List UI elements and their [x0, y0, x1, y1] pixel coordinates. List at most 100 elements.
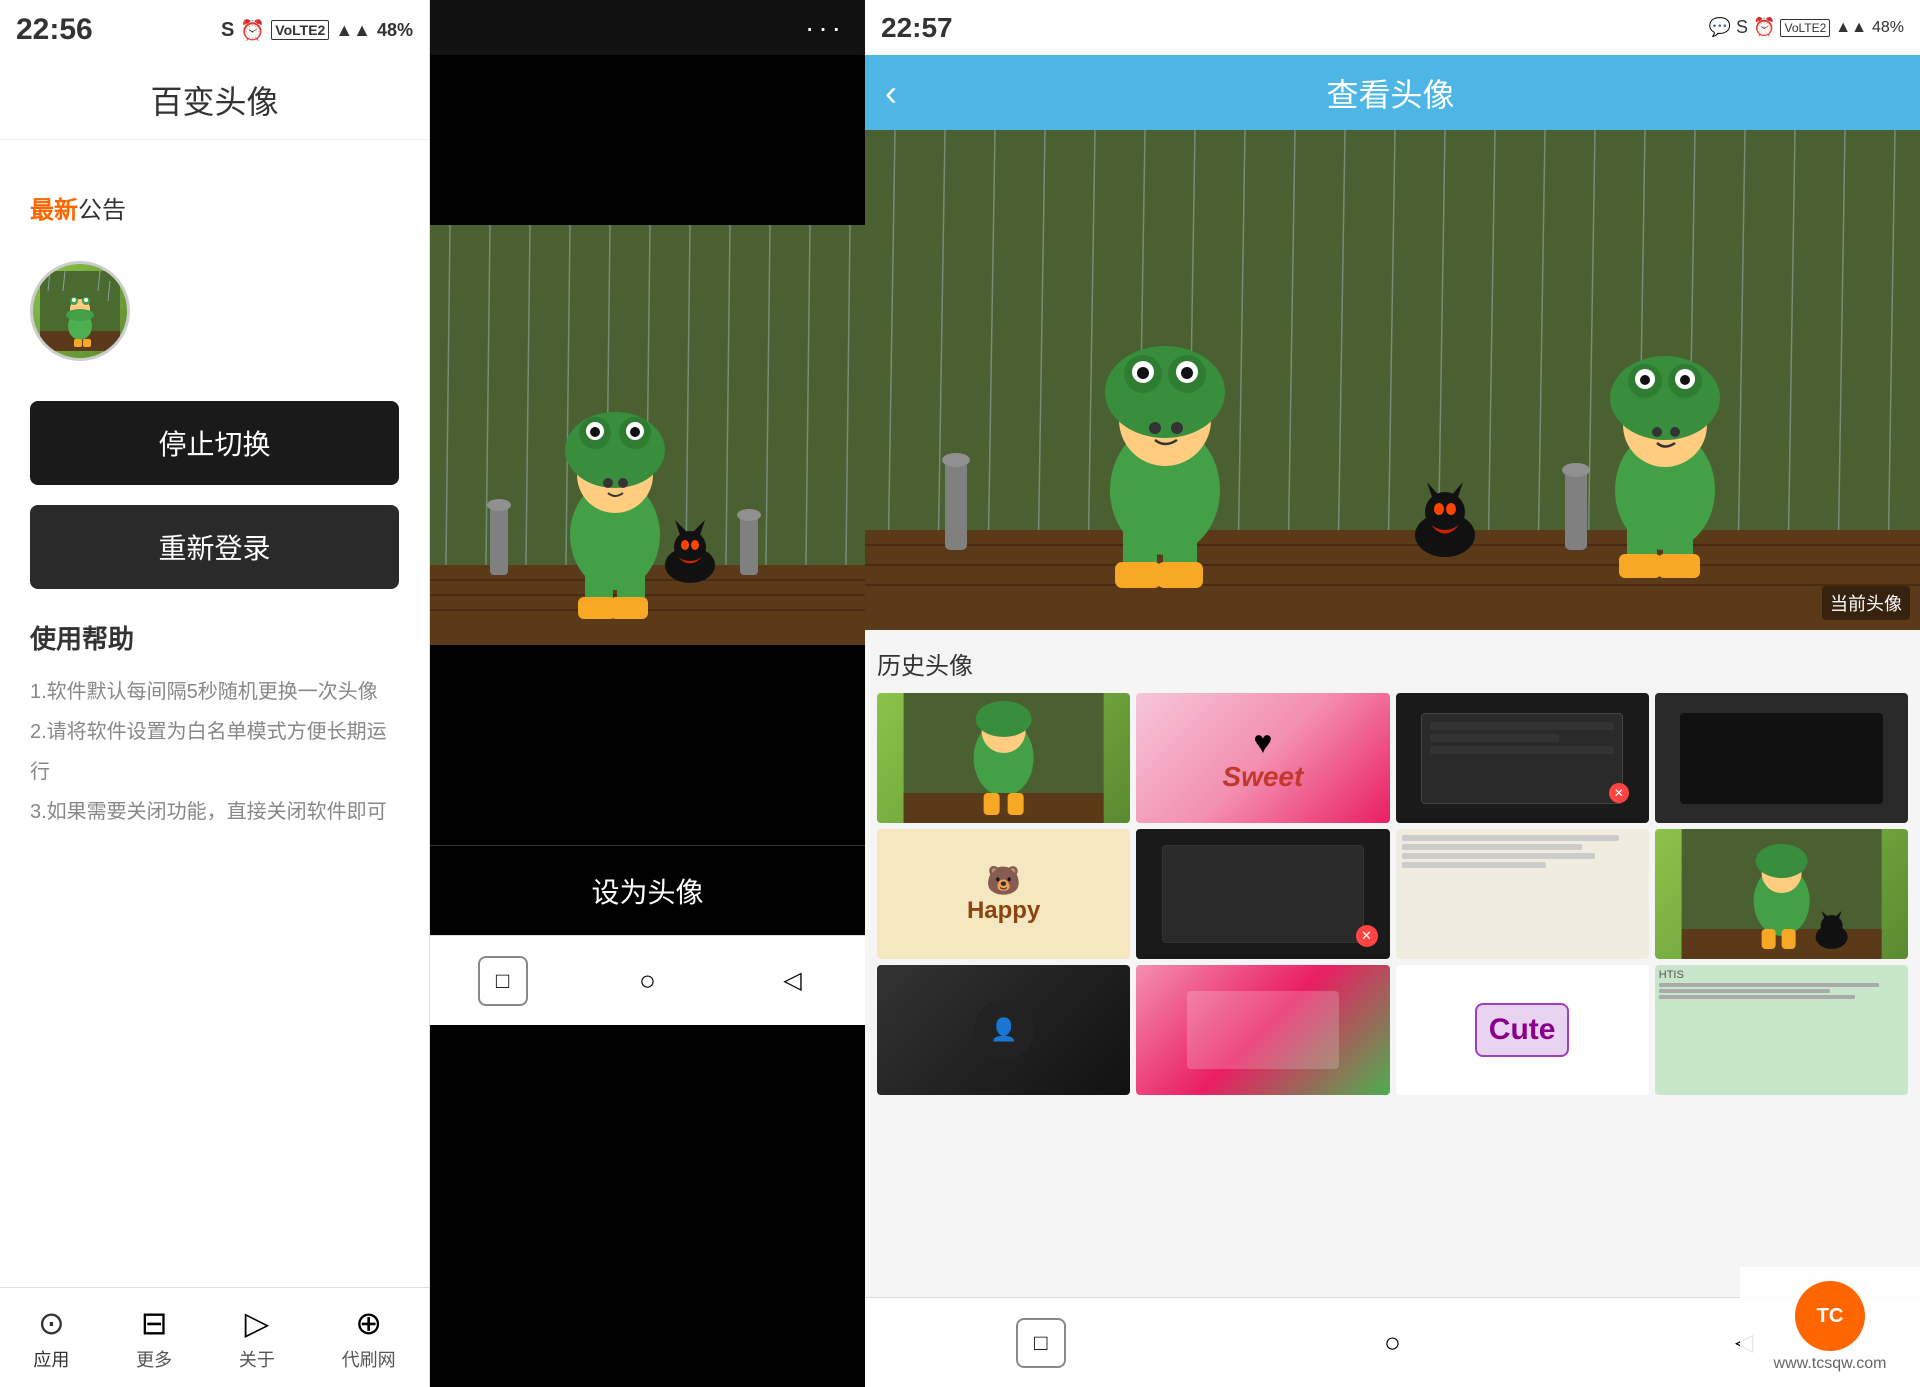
status-bar-left: 22:56 S ⏰ VoLTE2 ▲▲ 48%: [0, 0, 429, 60]
nav-item-more[interactable]: ⊟ 更多: [136, 1304, 172, 1372]
wifi-icon: ▲▲: [335, 20, 371, 41]
history-item-10[interactable]: [1136, 965, 1389, 1095]
avatar: [30, 261, 130, 361]
panel-right: 22:57 💬 S ⏰ VoLTE2 ▲▲ 48% ‹ 查看头像: [865, 0, 1920, 1387]
nav-square-btn-right[interactable]: □: [1016, 1318, 1066, 1368]
sweet-label: Sweet: [1222, 761, 1303, 793]
left-content: 最新公告: [0, 140, 429, 1287]
history-item-4[interactable]: [1655, 693, 1908, 823]
bottom-nav-middle: □ ○ ◁: [430, 935, 865, 1025]
panel-middle: ···: [430, 0, 865, 1387]
app-icon: ⊙: [38, 1304, 65, 1342]
app-title-bar: 百变头像: [0, 60, 429, 140]
s-icon: S: [221, 19, 234, 42]
battery-left: 48%: [377, 20, 413, 41]
tc-logo: TC: [1795, 1281, 1865, 1351]
app-title: 百变头像: [150, 77, 278, 123]
nav-circle-btn-right[interactable]: ○: [1367, 1318, 1417, 1368]
relogin-button[interactable]: 重新登录: [30, 505, 399, 589]
alarm-icon-right: ⏰: [1753, 17, 1775, 38]
square-icon: □: [496, 968, 509, 994]
volte-badge-right: VoLTE2: [1780, 19, 1830, 37]
history-img-1: [877, 693, 1130, 823]
svg-text:👤: 👤: [990, 1017, 1017, 1042]
nav-item-app[interactable]: ⊙ 应用: [33, 1304, 69, 1372]
history-item-9[interactable]: 👤: [877, 965, 1130, 1095]
avatar-svg: [40, 271, 120, 351]
cute-label: Cute: [1475, 1003, 1570, 1057]
more-icon: ⊟: [141, 1304, 168, 1342]
signal-right: ▲▲: [1835, 19, 1867, 37]
nav-circle-btn[interactable]: ○: [623, 956, 673, 1006]
history-item-3[interactable]: ✕: [1396, 693, 1649, 823]
triangle-icon: ◁: [783, 966, 801, 995]
wechat-icon: 💬: [1709, 17, 1731, 38]
media-black-top: [430, 55, 865, 225]
main-avatar-display: 当前头像: [865, 130, 1920, 630]
panel-left: 22:56 S ⏰ VoLTE2 ▲▲ 48% 百变头像 最新公告: [0, 0, 430, 1387]
avatar-container: [30, 261, 399, 361]
happy-label: Happy: [967, 897, 1040, 925]
history-item-1[interactable]: [877, 693, 1130, 823]
announcement-label: 最新公告: [30, 190, 399, 225]
alarm-icon: ⏰: [240, 18, 265, 43]
nav-triangle-btn[interactable]: ◁: [768, 956, 818, 1006]
main-image: [430, 225, 865, 645]
time-right: 22:57: [881, 12, 953, 44]
history-item-6[interactable]: ✕: [1136, 829, 1389, 959]
history-img-8: [1655, 829, 1908, 959]
nav-item-about[interactable]: ▷ 关于: [239, 1304, 275, 1372]
main-avatar-svg: [865, 130, 1920, 630]
announcement-section: 最新公告: [30, 190, 399, 241]
tc-watermark: TC www.tcsqw.com: [1740, 1267, 1920, 1387]
history-item-11[interactable]: Cute: [1396, 965, 1649, 1095]
history-item-2[interactable]: ♥ Sweet: [1136, 693, 1389, 823]
stop-switch-button[interactable]: 停止切换: [30, 401, 399, 485]
volte-badge: VoLTE2: [271, 20, 329, 40]
history-img-9: 👤: [969, 995, 1039, 1065]
help-line-2: 2.请将软件设置为白名单模式方便长期运行: [30, 712, 399, 792]
media-black-bottom: [430, 645, 865, 845]
set-avatar-bar: 设为头像: [430, 845, 865, 935]
history-section: 历史头像 ♥ Sweet: [865, 630, 1920, 1103]
help-title: 使用帮助: [30, 619, 399, 656]
help-line-1: 1.软件默认每间隔5秒随机更换一次头像: [30, 672, 399, 712]
help-line-3: 3.如果需要关闭功能，直接关闭软件即可: [30, 792, 399, 832]
label-new: 最新: [30, 197, 78, 224]
avatar-view-header: ‹ 查看头像: [865, 55, 1920, 130]
avatar-view-title: 查看头像: [917, 70, 1864, 116]
set-avatar-button[interactable]: 设为头像: [430, 871, 865, 911]
help-text: 1.软件默认每间隔5秒随机更换一次头像 2.请将软件设置为白名单模式方便长期运行…: [30, 672, 399, 832]
status-bar-right: 22:57 💬 S ⏰ VoLTE2 ▲▲ 48%: [865, 0, 1920, 55]
nav-square-btn[interactable]: □: [478, 956, 528, 1006]
s-icon-right: S: [1736, 17, 1748, 38]
label-text: 公告: [78, 197, 126, 224]
history-item-8[interactable]: [1655, 829, 1908, 959]
history-item-5[interactable]: 🐻 Happy: [877, 829, 1130, 959]
nav-label-about: 关于: [239, 1346, 275, 1372]
history-item-12[interactable]: HTIS: [1655, 965, 1908, 1095]
circle-icon-right: ○: [1384, 1327, 1401, 1359]
status-icons-left: S ⏰ VoLTE2 ▲▲ 48%: [221, 18, 413, 43]
square-icon-right: □: [1034, 1330, 1047, 1356]
back-button[interactable]: ‹: [885, 72, 897, 114]
nav-label-more: 更多: [136, 1346, 172, 1372]
time-left: 22:56: [16, 13, 93, 47]
nav-label-proxy: 代刷网: [342, 1346, 396, 1372]
three-dots-menu[interactable]: ···: [805, 12, 845, 44]
circle-icon: ○: [639, 965, 656, 997]
nav-item-proxy[interactable]: ⊕ 代刷网: [342, 1304, 396, 1372]
current-avatar-label: 当前头像: [1822, 586, 1910, 620]
tc-site: www.tcsqw.com: [1774, 1355, 1887, 1373]
help-section: 使用帮助 1.软件默认每间隔5秒随机更换一次头像 2.请将软件设置为白名单模式方…: [30, 619, 399, 832]
nav-label-app: 应用: [33, 1346, 69, 1372]
proxy-icon: ⊕: [355, 1304, 382, 1342]
history-item-7[interactable]: [1396, 829, 1649, 959]
anime-bg-svg: [430, 225, 865, 645]
about-icon: ▷: [245, 1304, 270, 1342]
history-title: 历史头像: [877, 646, 1908, 681]
bottom-nav-left: ⊙ 应用 ⊟ 更多 ▷ 关于 ⊕ 代刷网: [0, 1287, 429, 1387]
battery-right: 48%: [1872, 19, 1904, 37]
status-icons-right: 💬 S ⏰ VoLTE2 ▲▲ 48%: [1709, 17, 1904, 38]
media-top-bar: ···: [430, 0, 865, 55]
